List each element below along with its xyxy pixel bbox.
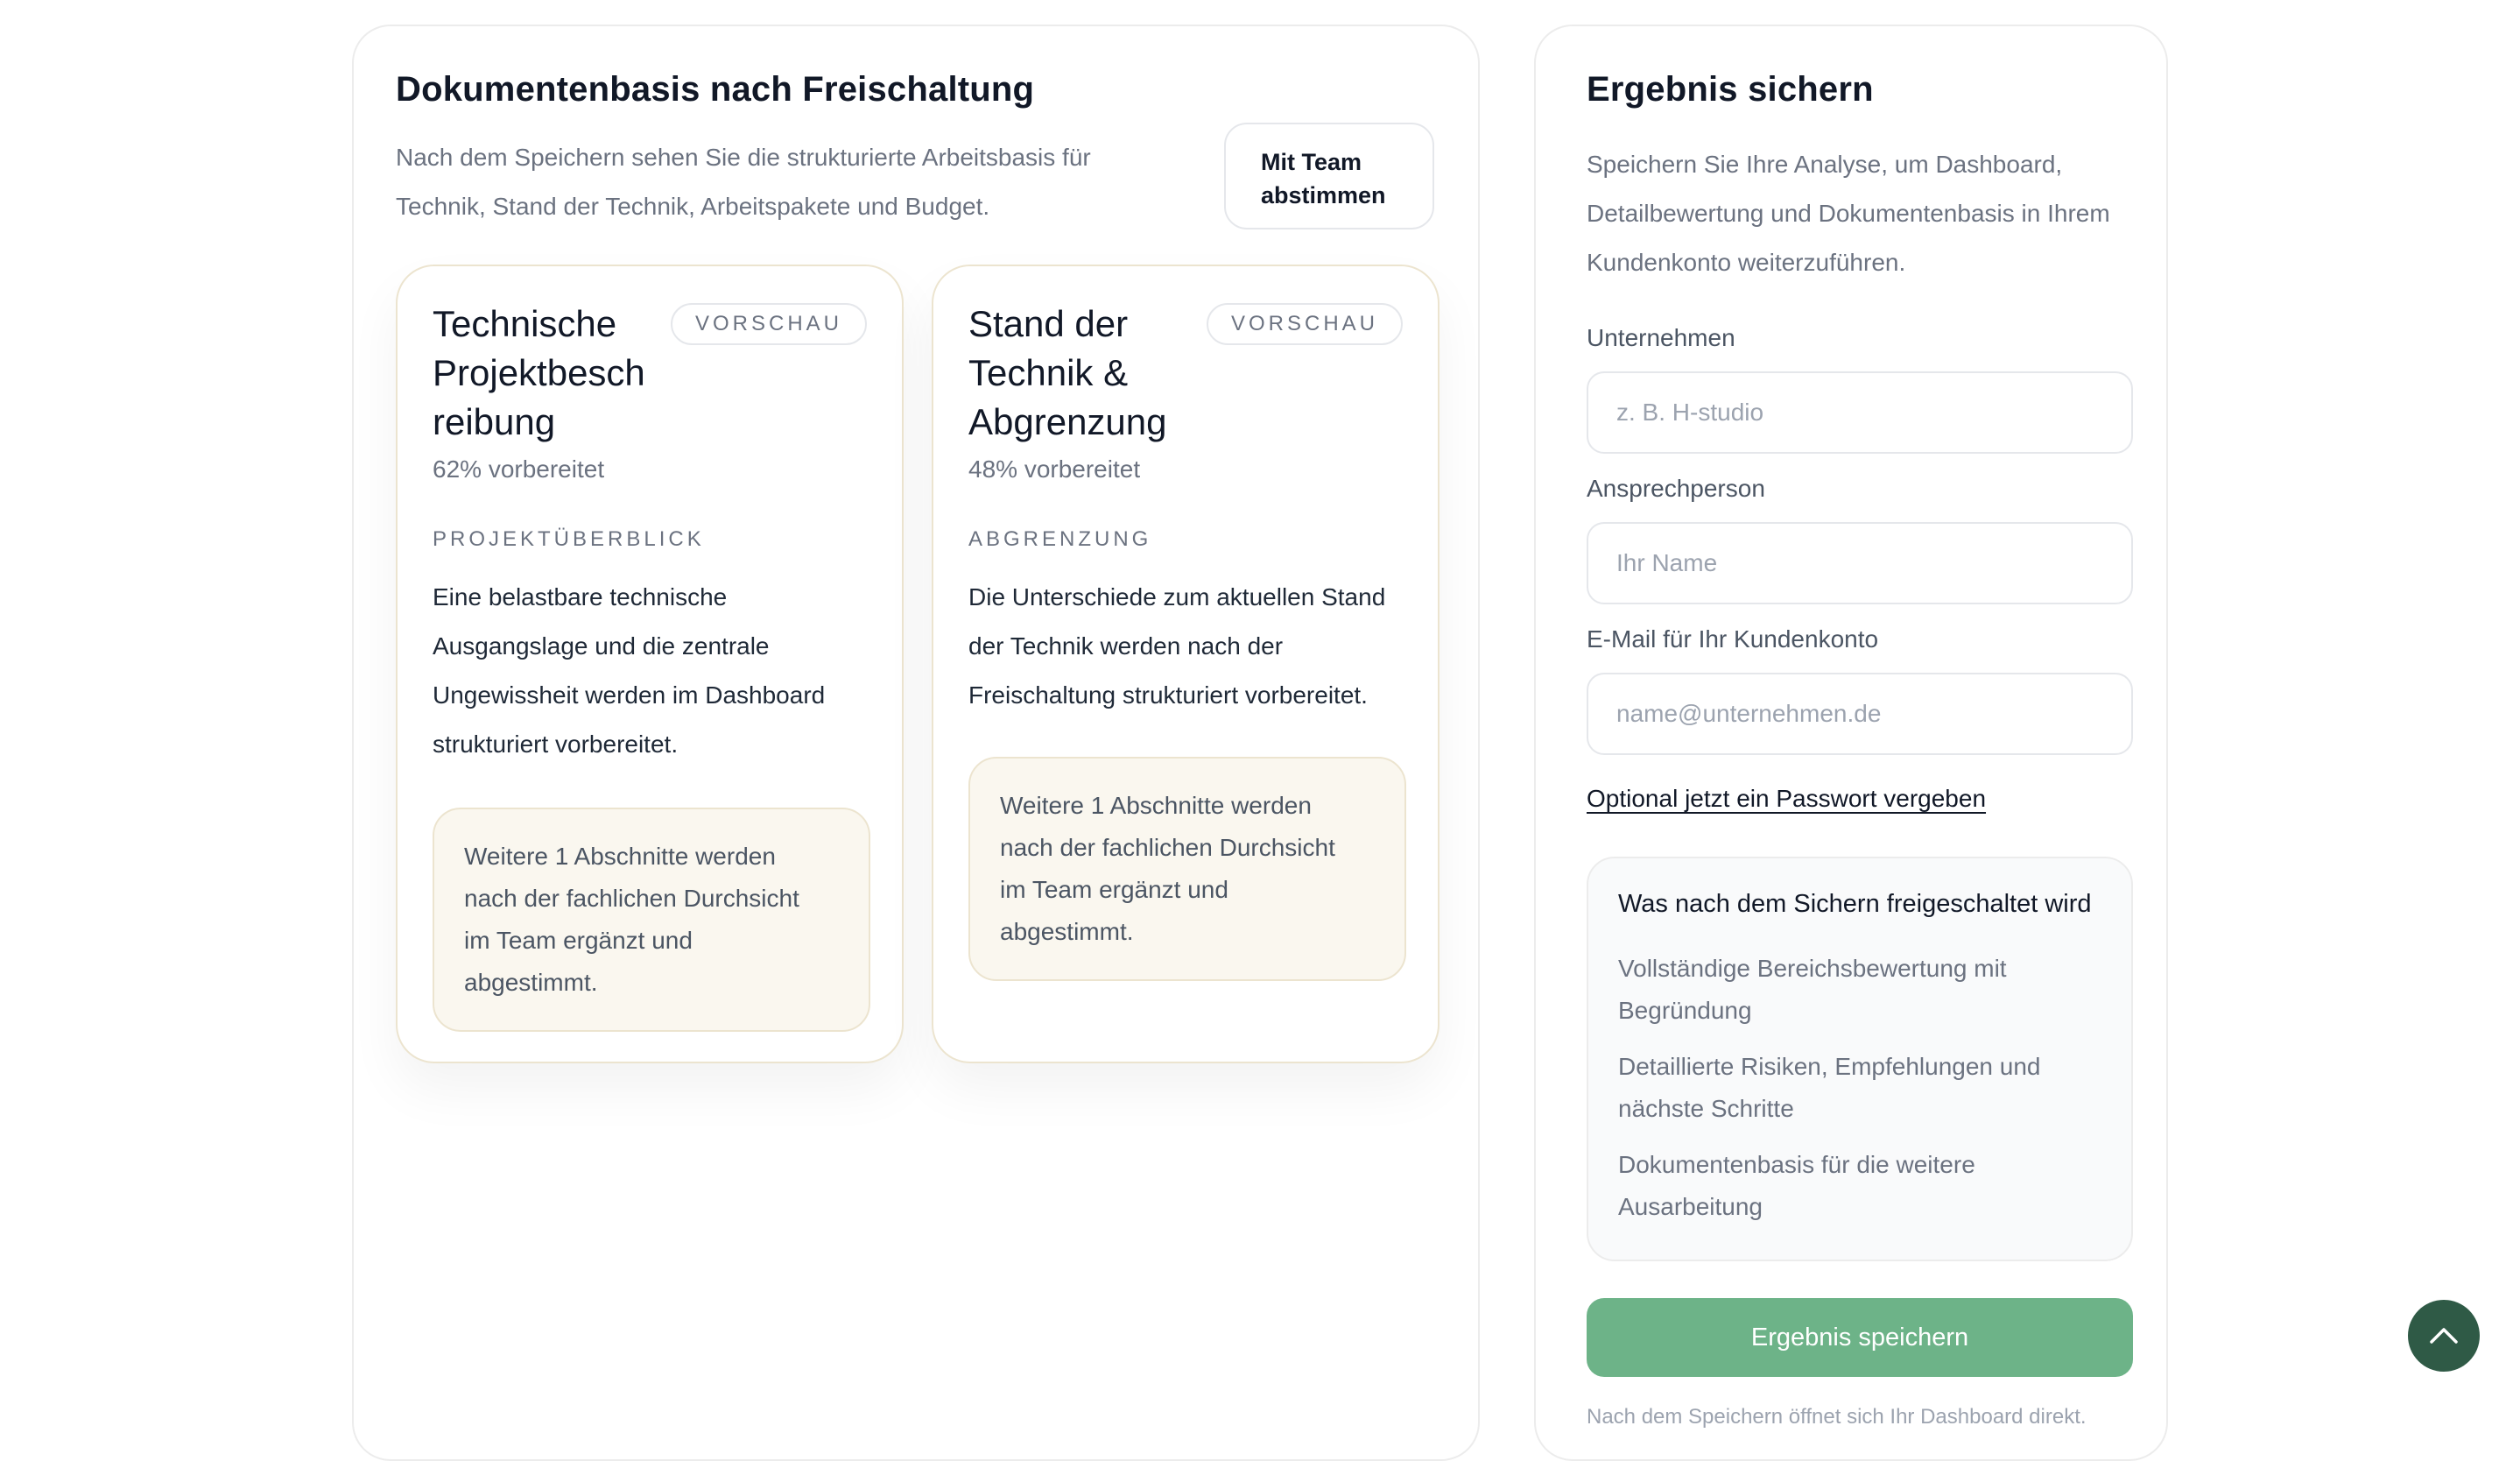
unlock-item-line: Vollständige Bereichsbewertung mit [1618, 955, 2007, 982]
card-description-line: Die Unterschiede zum aktuellen Stand [968, 583, 1386, 611]
card-title: Technische Projektbesch reibung [433, 300, 660, 447]
documents-description-line: Nach dem Speichern sehen Sie die struktu… [396, 144, 1091, 171]
chevron-up-icon [2430, 1328, 2458, 1344]
save-description-line: Detailbewertung und Dokumentenbasis in I… [1587, 200, 2110, 227]
card-description-line: Ausgangslage und die zentrale [433, 632, 770, 660]
prepared-percentage: 62% vorbereitet [433, 455, 605, 483]
card-description: Die Unterschiede zum aktuellen Stand der… [968, 573, 1406, 720]
preview-card-technical-description: Technische Projektbesch reibung VORSCHAU… [396, 265, 904, 1063]
pending-sections-note: Weitere 1 Abschnitte werden nach der fac… [968, 757, 1406, 981]
scroll-to-top-button[interactable] [2408, 1300, 2480, 1372]
save-title: Ergebnis sichern [1587, 70, 1874, 109]
preview-badge: VORSCHAU [670, 303, 867, 345]
save-result-button[interactable]: Ergebnis speichern [1587, 1298, 2133, 1377]
unlock-item: Vollständige Bereichsbewertung mit Begrü… [1618, 948, 2091, 1032]
note-line: im Team ergänzt und [1000, 876, 1228, 903]
save-description: Speichern Sie Ihre Analyse, um Dashboard… [1587, 140, 2110, 287]
note-line: im Team ergänzt und [464, 927, 693, 954]
unlock-item-line: Detaillierte Risiken, Empfehlungen und [1618, 1053, 2041, 1080]
preview-card-state-of-the-art: Stand der Technik & Abgrenzung VORSCHAU … [932, 265, 1439, 1063]
save-description-line: Kundenkonto weiterzuführen. [1587, 249, 1906, 276]
company-input[interactable] [1587, 371, 2133, 454]
unlock-item: Dokumentenbasis für die weitere Ausarbei… [1618, 1144, 2091, 1228]
email-input[interactable] [1587, 673, 2133, 755]
email-label: E-Mail für Ihr Kundenkonto [1587, 625, 1879, 653]
card-title-line: Abgrenzung [968, 401, 1167, 442]
note-line: nach der fachlichen Durchsicht [464, 885, 799, 912]
card-description-line: Freischaltung strukturiert vorbereitet. [968, 681, 1368, 709]
documents-description-line: Technik, Stand der Technik, Arbeitspaket… [396, 193, 990, 220]
unlock-item-line: Dokumentenbasis für die weitere [1618, 1151, 1975, 1178]
section-eyebrow: ABGRENZUNG [968, 527, 1152, 551]
note-line: abgestimmt. [1000, 918, 1134, 945]
card-title-line: reibung [433, 401, 556, 442]
card-title-line: Technische [433, 303, 617, 344]
card-title-line: Technik & [968, 352, 1129, 393]
unlock-item-line: nächste Schritte [1618, 1095, 1794, 1122]
company-label: Unternehmen [1587, 324, 1735, 351]
documents-description: Nach dem Speichern sehen Sie die struktu… [396, 133, 1091, 231]
card-description-line: Eine belastbare technische [433, 583, 728, 611]
card-title-line: Stand der [968, 303, 1129, 344]
unlock-item-line: Begründung [1618, 997, 1752, 1024]
contact-person-label: Ansprechperson [1587, 475, 1765, 502]
preview-badge: VORSCHAU [1206, 303, 1403, 345]
team-button-label: Mit Team [1261, 149, 1362, 175]
card-description: Eine belastbare technische Ausgangslage … [433, 573, 870, 769]
note-line: Weitere 1 Abschnitte werden [464, 843, 776, 870]
documents-title: Dokumentenbasis nach Freischaltung [396, 70, 1035, 109]
card-description-line: der Technik werden nach der [968, 632, 1284, 660]
contact-person-input[interactable] [1587, 522, 2133, 604]
set-password-link[interactable]: Optional jetzt ein Passwort vergeben [1587, 785, 1986, 813]
note-line: Weitere 1 Abschnitte werden [1000, 792, 1312, 819]
note-line: nach der fachlichen Durchsicht [1000, 834, 1335, 861]
team-button-label: abstimmen [1261, 182, 1386, 208]
card-description-line: strukturiert vorbereitet. [433, 730, 679, 758]
section-eyebrow: PROJEKTÜBERBLICK [433, 527, 705, 551]
card-title: Stand der Technik & Abgrenzung [968, 300, 1196, 447]
align-with-team-button[interactable]: Mit Team abstimmen [1224, 123, 1434, 229]
unlock-info-box: Was nach dem Sichern freigeschaltet wird… [1587, 857, 2133, 1261]
prepared-percentage: 48% vorbereitet [968, 455, 1141, 483]
unlock-title: Was nach dem Sichern freigeschaltet wird [1618, 890, 2092, 918]
note-line: abgestimmt. [464, 969, 598, 996]
after-save-hint: Nach dem Speichern öffnet sich Ihr Dashb… [1587, 1405, 2087, 1429]
card-title-line: Projektbesch [433, 352, 645, 393]
unlock-item-line: Ausarbeitung [1618, 1193, 1763, 1220]
pending-sections-note: Weitere 1 Abschnitte werden nach der fac… [433, 808, 870, 1032]
unlock-item: Detaillierte Risiken, Empfehlungen und n… [1618, 1046, 2091, 1130]
save-description-line: Speichern Sie Ihre Analyse, um Dashboard… [1587, 151, 2063, 178]
card-description-line: Ungewissheit werden im Dashboard [433, 681, 826, 709]
